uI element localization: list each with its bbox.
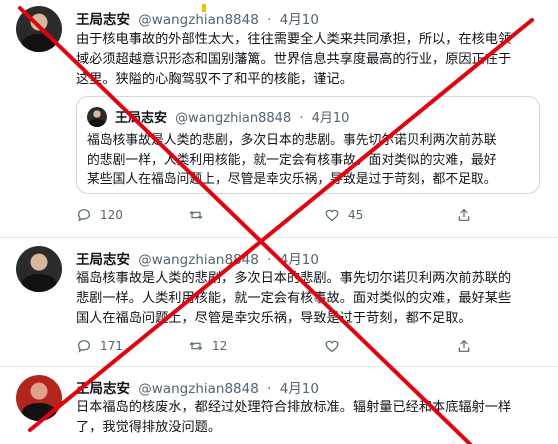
tweet-date[interactable]: 4月10	[280, 381, 319, 397]
avatar[interactable]	[16, 375, 62, 421]
quote-text: 福岛核事故是人类的悲剧，多次日本的悲剧。事先切尔诺贝利两次前苏联 的悲剧一样，人…	[87, 131, 531, 190]
avatar[interactable]	[16, 246, 62, 292]
quote-author-handle: @wangzhian8848	[175, 111, 292, 126]
tweet-text: 福岛核事故是人类的悲剧，多次日本的悲剧。事先切尔诺贝利两次前苏联的 悲剧一样。人…	[76, 269, 546, 329]
tweet-text: 日本福岛的核废水，都经过处理符合排放标准。辐射量已经和本底辐射一样 了，我觉得排…	[76, 398, 546, 438]
retweet-icon	[189, 210, 203, 220]
share-icon	[458, 339, 470, 352]
share-button[interactable]	[456, 207, 472, 223]
tweet-2[interactable]: 王局志安 @wangzhian8848 · 4月10 福岛核事故是人类的悲剧，多…	[0, 238, 558, 364]
like-count: 45	[348, 208, 364, 222]
tweet-actions: 171 12	[76, 338, 536, 358]
tweet-text: 由于核电事故的外部性太大，往往需要全人类来共同承担，所以，在核电领 域必须超越意…	[76, 30, 546, 90]
tweet-text-line: 这里。狭隘的心胸驾驭不了和平的核能，谨记。	[76, 72, 353, 87]
quote-avatar	[87, 107, 107, 127]
share-icon	[458, 208, 470, 221]
reply-button[interactable]: 120	[76, 207, 123, 223]
tweet-text-line: 福岛核事故是人类的悲剧，多次日本的悲剧。事先切尔诺贝利两次前苏联的	[76, 271, 512, 286]
like-button[interactable]	[324, 338, 348, 354]
retweet-button[interactable]: 12	[188, 338, 227, 354]
quoted-tweet[interactable]: 王局志安 @wangzhian8848 · 4月10 福岛核事故是人类的悲剧，多…	[76, 96, 540, 194]
retweet-count: 12	[212, 339, 228, 353]
quote-text-line: 的悲剧一样，人类利用核能，就一定会有核事故。面对类似的灾难，最好	[87, 152, 497, 168]
tweet-text-line: 国人在福岛问题上，尽管是幸灾乐祸，导致是过于苛刻，都不足取。	[76, 311, 472, 326]
like-button[interactable]: 45	[324, 207, 363, 223]
tweet-text-line: 域必须超越意识形态和国别藩篱。世界信息共享度最高的行业，原因正在于	[76, 52, 512, 67]
author-handle: @wangzhian8848	[138, 381, 259, 397]
tweet-text-line: 悲剧一样。人类利用核能，就一定会有核事故。面对类似的灾难，最好某些	[76, 291, 512, 306]
tweet-feed: 王局志安 @wangzhian8848 · 4月10 由于核电事故的外部性太大，…	[0, 0, 558, 444]
separator-dot: ·	[267, 252, 272, 268]
quote-date: 4月10	[311, 111, 350, 126]
reply-button[interactable]: 171	[76, 338, 123, 354]
tweet-1[interactable]: 王局志安 @wangzhian8848 · 4月10 由于核电事故的外部性太大，…	[0, 0, 558, 236]
avatar[interactable]	[16, 6, 62, 52]
retweet-icon	[189, 341, 203, 351]
reply-icon	[78, 340, 90, 353]
heart-icon	[325, 340, 339, 353]
tweet-header: 王局志安 @wangzhian8848 · 4月10	[76, 8, 319, 28]
author-name[interactable]: 王局志安	[76, 252, 130, 268]
author-handle: @wangzhian8848	[138, 12, 259, 28]
tweet-text-line: 由于核电事故的外部性太大，往往需要全人类来共同承担，所以，在核电领	[76, 32, 512, 47]
tweet-text-line: 日本福岛的核废水，都经过处理符合排放标准。辐射量已经和本底辐射一样	[76, 400, 512, 415]
separator-dot: ·	[267, 381, 272, 397]
author-name[interactable]: 王局志安	[76, 12, 130, 28]
tweet-date[interactable]: 4月10	[280, 252, 319, 268]
reply-count: 120	[100, 208, 123, 222]
tweet-actions: 120 45	[76, 207, 536, 227]
author-handle: @wangzhian8848	[138, 252, 259, 268]
tweet-text-line: 了，我觉得排放没问题。	[76, 420, 222, 435]
quote-text-line: 福岛核事故是人类的悲剧，多次日本的悲剧。事先切尔诺贝利两次前苏联	[87, 133, 497, 148]
tweet-3[interactable]: 王局志安 @wangzhian8848 · 4月10 日本福岛的核废水，都经过处…	[0, 367, 558, 444]
tweet-header: 王局志安 @wangzhian8848 · 4月10	[76, 248, 319, 268]
retweet-button[interactable]	[188, 207, 212, 223]
tweet-header: 王局志安 @wangzhian8848 · 4月10	[76, 377, 319, 397]
share-button[interactable]	[456, 338, 472, 354]
tweet-date[interactable]: 4月10	[280, 12, 319, 28]
quote-text-line: 某些国人在福岛问题上，尽管是幸灾乐祸，导致是过于苛刻，都不足取。	[87, 172, 497, 187]
separator-dot: ·	[299, 111, 304, 126]
quote-author-name: 王局志安	[115, 111, 168, 126]
heart-icon	[325, 209, 339, 222]
quote-header: 王局志安 @wangzhian8848 · 4月10	[115, 107, 349, 126]
reply-icon	[78, 209, 90, 222]
author-name[interactable]: 王局志安	[76, 381, 130, 397]
separator-dot: ·	[267, 12, 272, 28]
reply-count: 171	[100, 339, 123, 353]
